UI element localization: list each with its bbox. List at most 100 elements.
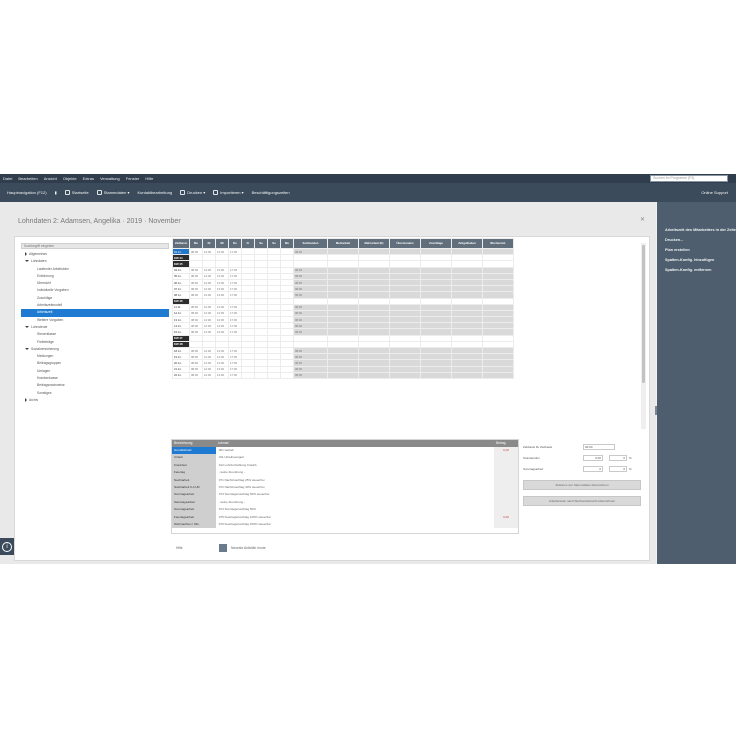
kontakt-button[interactable]: Kontaktbearbeitung bbox=[138, 190, 173, 195]
wage-row-value[interactable] bbox=[494, 520, 518, 529]
import-button[interactable]: Importieren ▾ bbox=[213, 190, 244, 195]
setting-select[interactable]: 00:00 bbox=[583, 443, 615, 450]
menu-item[interactable]: Hilfe bbox=[145, 176, 153, 181]
wage-row-type[interactable]: 076 Feiertagszuschlag 150% steuerfrei bbox=[216, 521, 494, 528]
grid-column-header[interactable]: So bbox=[267, 238, 281, 249]
apply-hours-button[interactable]: Arbeitszeiten nach Wochenübersicht übern… bbox=[523, 496, 641, 506]
grid-column-header[interactable]: Zeitbasis bbox=[172, 238, 190, 249]
setting-input[interactable]: 0 bbox=[609, 454, 627, 461]
tree-item[interactable]: Zuschläge bbox=[21, 295, 169, 302]
action-link[interactable]: Plan erstellen bbox=[665, 248, 736, 252]
wage-row-value[interactable] bbox=[494, 506, 518, 514]
grid-column-header[interactable]: Mi bbox=[215, 238, 229, 249]
menu-item[interactable]: Datei bbox=[3, 176, 12, 181]
wage-row-value[interactable]: 0,00 bbox=[494, 513, 518, 521]
wage-column-header[interactable]: Betrag bbox=[494, 440, 518, 447]
tree-item[interactable]: Arbeitszeitmodell bbox=[21, 302, 169, 309]
grid-scrollbar[interactable] bbox=[641, 243, 646, 429]
tree-item[interactable]: Meldungen bbox=[21, 353, 169, 360]
tree-item[interactable]: Sonstiges bbox=[21, 390, 169, 397]
employment-button[interactable]: Beschäftigungszeiten bbox=[252, 190, 290, 195]
grid-cell[interactable] bbox=[389, 371, 421, 379]
tree-item[interactable]: Lohnsteuer bbox=[21, 324, 169, 331]
wage-row-type[interactable]: - keine Zuordnung - bbox=[216, 499, 494, 506]
tree-item[interactable]: Laufender Arbeitslohn bbox=[21, 266, 169, 273]
wage-row-type[interactable]: 072 Nachtzuschlag 40% steuerfrei bbox=[216, 484, 494, 491]
wage-row-value[interactable] bbox=[494, 454, 518, 462]
grid-column-header[interactable]: Fr bbox=[241, 238, 255, 249]
wage-row[interactable]: Sonntagsarbeit 074 Sonntagszuschlag 50% bbox=[172, 506, 518, 514]
action-link[interactable]: Spalten-Konfig. entfernen bbox=[665, 268, 736, 272]
tree-item[interactable]: Sozialversicherung bbox=[21, 346, 169, 353]
wage-row-type[interactable]: 074 Sonntagszuschlag 50% bbox=[216, 506, 494, 513]
grid-cell[interactable] bbox=[280, 371, 294, 379]
grid-cell[interactable] bbox=[327, 371, 359, 379]
wage-row-type[interactable]: 071 Nachtzuschlag 25% steuerfrei bbox=[216, 477, 494, 484]
wage-row-type[interactable]: - keine Zuordnung - bbox=[216, 469, 494, 476]
grid-column-header[interactable]: Zeitguthaben bbox=[451, 238, 483, 249]
menu-item[interactable]: Bearbeiten bbox=[18, 176, 37, 181]
wage-row[interactable]: Sonntagsarbeit 073 Sonntagszuschlag 50% s… bbox=[172, 491, 518, 499]
menu-item[interactable]: Extras bbox=[83, 176, 94, 181]
menu-item[interactable]: Fenster bbox=[126, 176, 140, 181]
start-button[interactable]: Startseite bbox=[64, 190, 89, 195]
menu-item[interactable]: Ansicht bbox=[44, 176, 57, 181]
grid-column-header[interactable]: Wochenstd. bbox=[482, 238, 514, 249]
action-link[interactable]: Drucken... bbox=[665, 238, 736, 242]
nav-button[interactable]: Hauptnavigation (F12) bbox=[7, 190, 47, 195]
info-icon[interactable]: i bbox=[2, 542, 12, 552]
scrollbar-thumb[interactable] bbox=[642, 245, 645, 383]
wage-row-value[interactable]: 0,00 bbox=[494, 447, 518, 455]
tree-item[interactable]: Krankenkasse bbox=[21, 375, 169, 382]
action-link[interactable]: Spalten-Konfig. hinzufügen bbox=[665, 258, 736, 262]
wage-row-value[interactable] bbox=[494, 461, 518, 470]
tree-item[interactable]: Archiv bbox=[21, 397, 169, 404]
wage-row[interactable]: Grundlohnart 001 Gehalt 0,00 bbox=[172, 447, 518, 455]
wage-column-header[interactable]: Bezeichnung bbox=[172, 440, 216, 447]
setting-input[interactable]: 0,00 bbox=[583, 454, 603, 461]
tree-item[interactable]: Beitragsgruppen bbox=[21, 360, 169, 367]
grid-cell[interactable] bbox=[358, 371, 390, 379]
grid-cell[interactable] bbox=[482, 371, 514, 379]
tree-item[interactable]: Beitragsnachweise bbox=[21, 382, 169, 389]
grid-column-header[interactable]: Mehrarbeit (K) bbox=[358, 238, 390, 249]
tree-item[interactable]: Arbeitszeit bbox=[21, 309, 169, 317]
grid-column-header[interactable]: Zuschläge bbox=[420, 238, 452, 249]
grid-column-header[interactable]: Sa bbox=[254, 238, 268, 249]
action-link[interactable]: Arbeitszeit des Mitarbeiters in der Zeit… bbox=[665, 228, 736, 232]
grid-cell[interactable] bbox=[420, 371, 452, 379]
close-icon[interactable]: ✕ bbox=[640, 216, 645, 223]
grid-column-header[interactable]: Mo bbox=[280, 238, 294, 249]
wage-row-type[interactable]: 073 Sonntagszuschlag 50% steuerfrei bbox=[216, 491, 494, 498]
wage-row-type[interactable]: 011 Urlaubsentgelt bbox=[216, 454, 494, 461]
grid-column-header[interactable]: Do bbox=[228, 238, 242, 249]
wage-row[interactable]: Nachtarbeit 0-4 Uhr 072 Nachtzuschlag 40%… bbox=[172, 483, 518, 492]
caret-down-icon[interactable] bbox=[25, 260, 29, 263]
setting-input[interactable]: 0 bbox=[583, 465, 603, 472]
grid-cell[interactable] bbox=[451, 371, 483, 379]
online-support-link[interactable]: Online Support bbox=[701, 190, 728, 195]
grid-column-header[interactable]: Mo bbox=[189, 238, 203, 249]
caret-right-icon[interactable] bbox=[25, 252, 27, 257]
wage-row[interactable]: Krankheit 012 Lohnfortzahlung Krankh. bbox=[172, 461, 518, 470]
tree-item[interactable]: Lohndaten bbox=[21, 258, 169, 265]
wage-row-value[interactable] bbox=[494, 476, 518, 484]
grid-cell[interactable]: 17:00 bbox=[228, 371, 242, 379]
tree-item[interactable]: Steuerklasse bbox=[21, 331, 169, 338]
wage-row-value[interactable] bbox=[494, 498, 518, 507]
grid-column-header[interactable]: Mehrarbeit bbox=[327, 238, 359, 249]
wage-row-type[interactable]: 001 Gehalt bbox=[216, 447, 494, 454]
setting-input[interactable]: 0 bbox=[609, 465, 627, 472]
grid-cell[interactable]: 08:00 bbox=[293, 371, 328, 379]
footer-help[interactable]: Hilfe bbox=[176, 546, 183, 550]
tree-item[interactable]: Weitere Vorgaben bbox=[21, 317, 169, 324]
stammdaten-button[interactable]: Stammdaten ▾ bbox=[96, 190, 130, 195]
grid-cell[interactable]: 13:00 bbox=[215, 371, 229, 379]
tree-item[interactable]: Entlohnung bbox=[21, 273, 169, 280]
tree-item[interactable]: Individuelle Vorgaben bbox=[21, 287, 169, 294]
grid-column-header[interactable]: Sollstunden bbox=[293, 238, 328, 249]
grid-cell[interactable]: 08:00 bbox=[189, 371, 203, 379]
wage-row[interactable]: Nachtarbeit 071 Nachtzuschlag 25% steuerf… bbox=[172, 476, 518, 484]
wage-row-value[interactable] bbox=[494, 483, 518, 492]
wage-row[interactable]: Feiertagsarbeit 075 Feiertagszuschlag 125… bbox=[172, 513, 518, 521]
